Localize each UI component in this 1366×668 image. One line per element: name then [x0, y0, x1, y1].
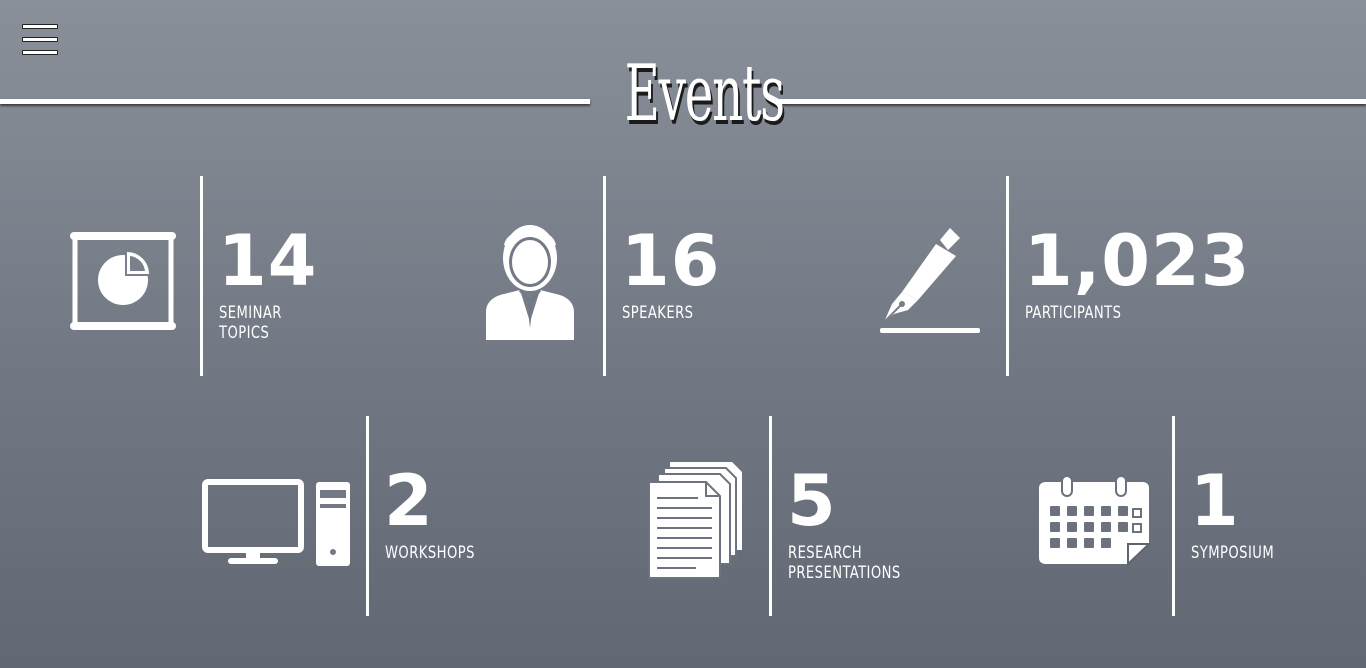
title-divider-left — [0, 99, 590, 104]
hamburger-menu-button[interactable] — [22, 24, 58, 56]
desktop-computer-icon — [202, 479, 350, 566]
fountain-pen-icon — [880, 228, 980, 333]
stat-divider — [1172, 416, 1175, 616]
stat-divider — [366, 416, 369, 616]
speaker-person-icon — [486, 225, 574, 340]
stat-label: RESEARCH PRESENTATIONS — [788, 543, 901, 583]
stat-label: WORKSHOPS — [385, 543, 475, 563]
presentation-board-icon — [70, 232, 176, 330]
hamburger-menu-bar — [22, 37, 58, 42]
stat-value: 14 — [218, 220, 318, 302]
hamburger-menu-bar — [22, 50, 58, 55]
stat-divider — [603, 176, 606, 376]
calendar-icon — [1039, 475, 1152, 566]
stat-divider — [200, 176, 203, 376]
title-divider-right — [772, 99, 1366, 104]
page-title: Events — [624, 49, 785, 139]
stat-label: SYMPOSIUM — [1191, 543, 1275, 563]
stat-value: 5 — [787, 460, 837, 542]
stat-label: PARTICIPANTS — [1025, 303, 1122, 323]
stat-label: SEMINAR TOPICS — [219, 303, 282, 343]
stat-value: 1,023 — [1024, 220, 1251, 302]
stat-label: SPEAKERS — [622, 303, 694, 323]
hamburger-menu-icon — [22, 24, 58, 29]
document-stack-icon — [648, 462, 742, 579]
stat-value: 16 — [621, 220, 721, 302]
stat-divider — [1006, 176, 1009, 376]
stat-value: 1 — [1190, 460, 1240, 542]
stat-divider — [769, 416, 772, 616]
stat-value: 2 — [384, 460, 434, 542]
